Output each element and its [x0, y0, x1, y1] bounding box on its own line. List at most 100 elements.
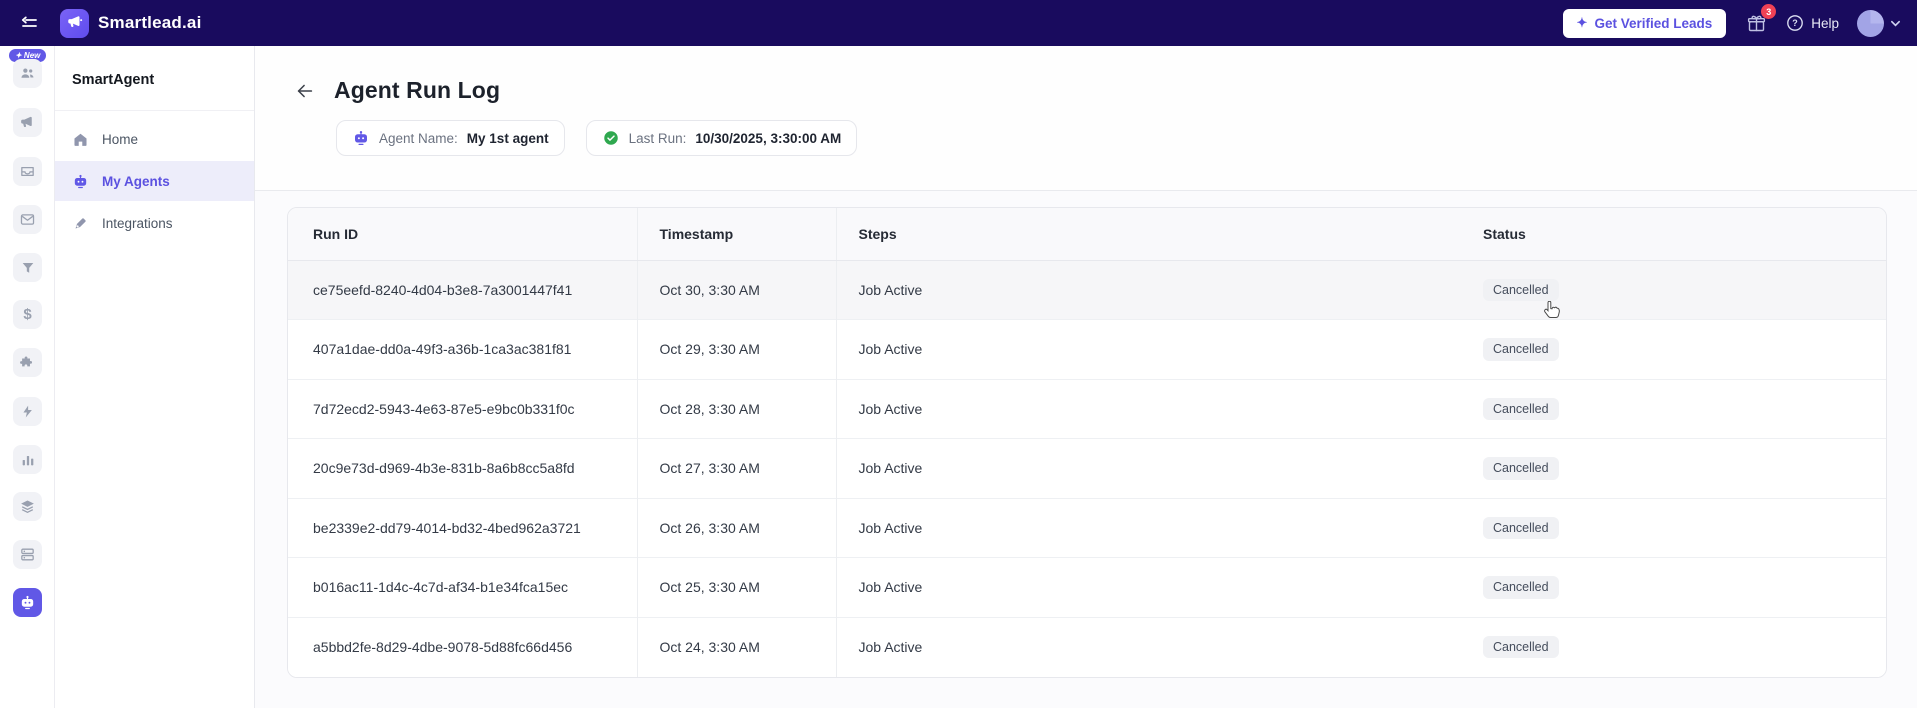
robot-icon [72, 173, 89, 190]
puzzle-icon[interactable] [13, 348, 42, 377]
table-row[interactable]: b016ac11-1d4c-4c7d-af34-b1e34fca15ec Oct… [288, 557, 1886, 617]
get-verified-leads-button[interactable]: ✦ Get Verified Leads [1562, 8, 1727, 38]
table-row[interactable]: ce75eefd-8240-4d04-b3e8-7a3001447f41 Oct… [288, 260, 1886, 320]
status-badge: Cancelled [1483, 338, 1559, 361]
layers-icon[interactable] [13, 492, 42, 521]
table-row[interactable]: a5bbd2fe-8d29-4dbe-9078-5d88fc66d456 Oct… [288, 616, 1886, 677]
status-badge: Cancelled [1483, 278, 1559, 301]
question-circle-icon: ? [1787, 15, 1804, 31]
steps-cell: Job Active [836, 557, 1401, 617]
bar-chart-icon[interactable] [13, 445, 42, 474]
sidebar-item-label: Home [102, 131, 139, 147]
run-id-cell: b016ac11-1d4c-4c7d-af34-b1e34fca15ec [288, 557, 638, 617]
sidebar-item-my-agents[interactable]: My Agents [55, 161, 254, 201]
megaphone-icon[interactable] [13, 108, 42, 137]
run-log-table: Run ID Timestamp Steps Status ce75eefd-8… [287, 207, 1887, 678]
agent-name-chip: Agent Name: My 1st agent [336, 120, 565, 156]
envelope-icon[interactable] [13, 205, 42, 234]
content-area: Run ID Timestamp Steps Status ce75eefd-8… [255, 191, 1917, 708]
agent-name-value: My 1st agent [466, 130, 549, 146]
main-content: Agent Run Log Agent Name: My 1st agent L… [255, 46, 1917, 708]
help-label: Help [1811, 15, 1839, 31]
topbar: Smartlead.ai ✦ Get Verified Leads 3 ? He… [0, 0, 1917, 46]
sidebar-item-label: My Agents [102, 173, 170, 189]
steps-cell: Job Active [858, 281, 923, 298]
brand-name: Smartlead.ai [98, 13, 202, 32]
status-cell: Cancelled [1401, 319, 1886, 379]
status-badge: Cancelled [1483, 397, 1559, 420]
status-cell: Cancelled [1401, 557, 1886, 617]
smartlead-logo[interactable] [60, 8, 89, 38]
timestamp-cell: Oct 28, 3:30 AM [637, 378, 837, 439]
dollar-icon[interactable]: $ [13, 300, 42, 329]
robot-icon [355, 130, 367, 146]
agent-name-label: Agent Name: [379, 130, 458, 146]
status-cell: Cancelled [1401, 438, 1886, 498]
avatar [1857, 9, 1884, 37]
inbox-icon[interactable] [13, 157, 42, 186]
table-row[interactable]: 20c9e73d-d969-4b3e-831b-8a6b8cc5a8fd Oct… [288, 438, 1886, 498]
sparkle-icon: ✦ [1576, 15, 1588, 30]
sidebar-item-integrations[interactable]: Integrations [55, 203, 254, 243]
status-badge: Cancelled [1483, 576, 1559, 599]
steps-cell: Job Active [836, 616, 1401, 677]
back-arrow-icon[interactable] [293, 79, 317, 103]
timestamp-cell: Oct 30, 3:30 AM [637, 260, 837, 320]
timestamp-cell: Oct 25, 3:30 AM [637, 557, 837, 617]
steps-cell: Job Active [836, 319, 1401, 379]
status-badge: Cancelled [1483, 635, 1559, 659]
status-cell: Cancelled [1401, 260, 1886, 320]
sidebar-title: SmartAgent [72, 72, 155, 88]
server-icon[interactable] [13, 540, 42, 569]
lightning-icon[interactable] [13, 397, 42, 426]
column-header-steps: Steps [836, 208, 1401, 261]
sidebar-item-home[interactable]: Home [55, 119, 254, 159]
gift-notification-badge: 3 [1761, 4, 1777, 19]
table-row[interactable]: 7d72ecd2-5943-4e63-87e5-e9bc0b331f0c Oct… [288, 378, 1886, 439]
steps-cell: Job Active [836, 438, 1401, 498]
run-id-cell: ce75eefd-8240-4d04-b3e8-7a3001447f41 [288, 260, 638, 320]
check-circle-icon [603, 131, 618, 145]
steps-cell: Job Active [836, 378, 1401, 439]
timestamp-cell: Oct 29, 3:30 AM [637, 319, 837, 379]
run-id-cell: 7d72ecd2-5943-4e63-87e5-e9bc0b331f0c [288, 378, 638, 439]
help-button[interactable]: ? Help [1786, 14, 1839, 32]
run-id-cell: 20c9e73d-d969-4b3e-831b-8a6b8cc5a8fd [288, 438, 638, 498]
get-verified-leads-label: Get Verified Leads [1594, 15, 1713, 31]
column-header-timestamp: Timestamp [637, 208, 837, 261]
funnel-icon[interactable] [13, 253, 42, 282]
table-header-row: Run ID Timestamp Steps Status [288, 208, 1886, 261]
icon-rail: ✦ New $ [0, 46, 55, 708]
steps-cell: Job Active [836, 497, 1401, 558]
run-id-cell: be2339e2-dd79-4014-bd32-4bed962a3721 [288, 497, 638, 558]
pen-icon [72, 215, 89, 231]
sidebar-divider [55, 110, 254, 111]
page-title: Agent Run Log [334, 77, 501, 103]
home-icon [72, 131, 89, 148]
status-cell: Cancelled [1401, 378, 1886, 439]
last-run-label: Last Run: [628, 130, 687, 146]
smartagent-sidebar: SmartAgent Home My Agents Integrations [55, 46, 255, 708]
column-header-run-id: Run ID [288, 208, 638, 261]
timestamp-cell: Oct 27, 3:30 AM [637, 438, 837, 498]
table-row[interactable]: be2339e2-dd79-4014-bd32-4bed962a3721 Oct… [288, 497, 1886, 558]
timestamp-cell: Oct 24, 3:30 AM [637, 616, 837, 677]
sidebar-item-label: Integrations [102, 215, 173, 231]
gift-icon[interactable]: 3 [1744, 4, 1777, 35]
last-run-value: 10/30/2025, 3:30:00 AM [695, 130, 842, 146]
table-row[interactable]: 407a1dae-dd0a-49f3-a36b-1ca3ac381f81 Oct… [288, 319, 1886, 379]
app-window: Smartlead.ai ✦ Get Verified Leads 3 ? He… [0, 0, 1917, 708]
run-id-cell: 407a1dae-dd0a-49f3-a36b-1ca3ac381f81 [288, 319, 638, 379]
svg-text:?: ? [1792, 18, 1798, 28]
chevron-down-icon [1891, 20, 1900, 27]
status-badge: Cancelled [1483, 457, 1559, 480]
account-menu[interactable] [1857, 9, 1901, 37]
column-header-status: Status [1401, 208, 1886, 261]
sidebar-collapse-icon[interactable] [16, 10, 42, 36]
status-badge: Cancelled [1483, 516, 1559, 539]
status-cell: Cancelled [1401, 616, 1886, 677]
timestamp-cell: Oct 26, 3:30 AM [637, 497, 837, 558]
smartagent-robot-icon[interactable] [13, 588, 42, 617]
users-icon[interactable] [13, 59, 42, 88]
run-id-cell: a5bbd2fe-8d29-4dbe-9078-5d88fc66d456 [288, 616, 638, 677]
